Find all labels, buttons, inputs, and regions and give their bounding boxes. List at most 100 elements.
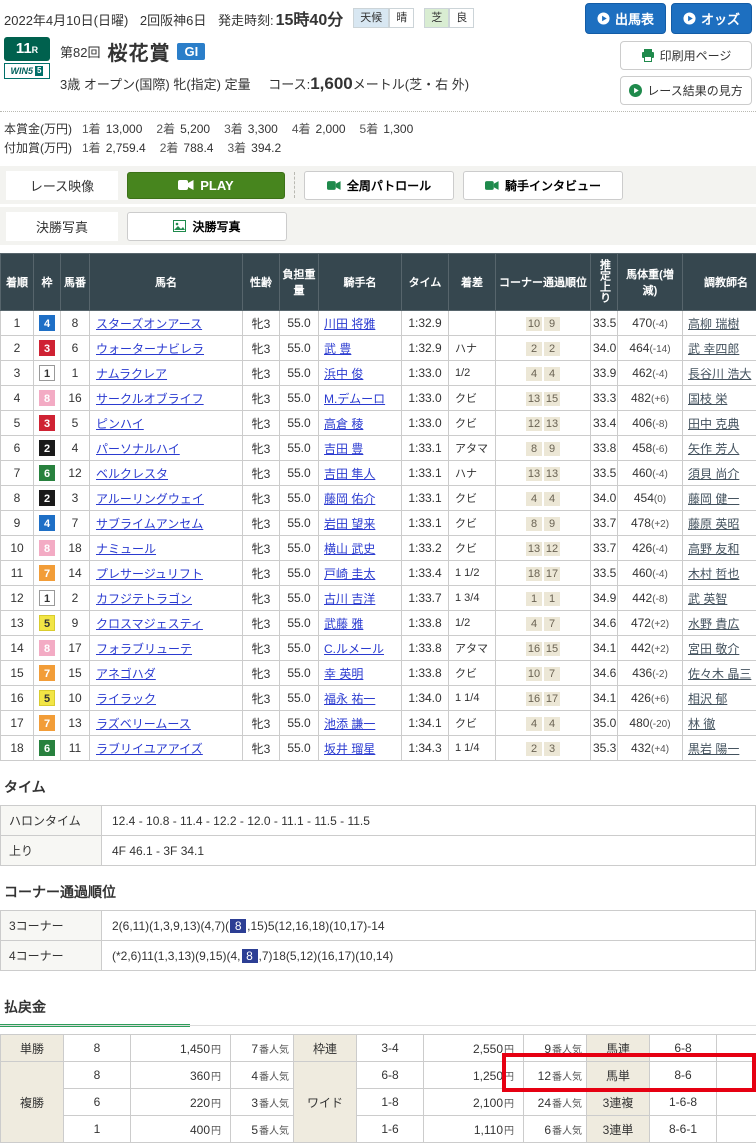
race-main-info: 第82回 桜花賞 GI 3歳 オープン(国際) 牝(指定) 定量 コース:1,6… [60,37,620,105]
time-section-title: タイム [4,777,752,797]
jockey-cell: M.デムーロ [319,386,402,411]
jockey-link[interactable]: 池添 謙一 [324,717,375,731]
time-row: 上り 4F 46.1 - 3F 34.1 [1,836,756,866]
finish-time: 1:33.0 [402,386,449,411]
trainer-link[interactable]: 水野 貴広 [688,617,739,631]
time-row-label: 上り [1,836,102,866]
horse-name-link[interactable]: ライラック [96,692,156,706]
finish-photo-button[interactable]: 決勝写真 [127,212,287,241]
last-3f-time: 33.5 [591,311,618,336]
trainer-link[interactable]: 高野 友和 [688,542,739,556]
frame-badge: 5 [39,690,55,706]
horse-name-link[interactable]: ナミュール [96,542,156,556]
frame-badge: 1 [39,365,55,381]
jockey-link[interactable]: 古川 吉洋 [324,592,375,606]
trainer-link[interactable]: 林 徹 [688,717,715,731]
corner3-position: 13 [526,467,542,481]
race-meeting: 2回阪神6日 [140,13,206,28]
result-row: 5 3 5 ピンハイ 牝3 55.0 高倉 稜 1:33.0 クビ 1213 3… [1,411,756,436]
jockey-link[interactable]: 横山 武史 [324,542,375,556]
horse-name-link[interactable]: ラズベリームース [96,717,191,731]
trainer-cell: 高柳 瑞樹 [683,311,756,336]
sex-age: 牝3 [243,436,280,461]
trainer-link[interactable]: 長谷川 浩大 [688,367,751,381]
horse-name-link[interactable]: ナムラクレア [96,367,167,381]
col-frame: 枠 [34,254,61,311]
odds-button[interactable]: オッズ [671,3,752,34]
jockey-link[interactable]: 武藤 雅 [324,617,363,631]
play-button[interactable]: PLAY [127,172,285,199]
corner-positions: 1817 [496,561,591,586]
jockey-link[interactable]: 福永 祐一 [324,692,375,706]
jockey-link[interactable]: 武 豊 [324,342,351,356]
horse-name-link[interactable]: クロスマジェスティ [96,617,203,631]
print-page-button[interactable]: 印刷用ページ [620,41,752,70]
trainer-link[interactable]: 木村 哲也 [688,567,739,581]
horse-name-link[interactable]: カフジテトラゴン [96,592,192,606]
trainer-cell: 高野 友和 [683,536,756,561]
jockey-link[interactable]: 川田 将雅 [324,317,375,331]
jockey-link[interactable]: 岩田 望来 [324,517,375,531]
jockey-link[interactable]: M.デムーロ [324,392,385,406]
trainer-link[interactable]: 黒岩 陽一 [688,742,739,756]
trainer-link[interactable]: 矢作 芳人 [688,442,739,456]
horse-name-link[interactable]: ピンハイ [96,417,144,431]
trainer-link[interactable]: 佐々木 晶三 [688,667,751,681]
horse-name-link[interactable]: ウォーターナビレラ [96,342,204,356]
trainer-link[interactable]: 武 英智 [688,592,727,606]
trainer-link[interactable]: 武 幸四郎 [688,342,739,356]
jockey-link[interactable]: 戸崎 圭太 [324,567,375,581]
corner4-position: 7 [544,667,560,681]
trainer-link[interactable]: 高柳 瑞樹 [688,317,739,331]
trainer-link[interactable]: 田中 克典 [688,417,739,431]
horse-name-link[interactable]: サークルオブライフ [96,392,204,406]
horse-number: 5 [61,411,90,436]
trainer-link[interactable]: 国枝 栄 [688,392,727,406]
corner4-position: 13 [544,417,560,431]
horse-name-link[interactable]: アルーリングウェイ [96,492,204,506]
result-guide-button[interactable]: レース結果の見方 [620,76,752,105]
jockey-cell: 横山 武史 [319,536,402,561]
corner3-position: 13 [526,392,542,406]
results-table: 着順 枠 馬番 馬名 性齢 負担重量 騎手名 タイム 着差 コーナー通過順位 推… [0,253,756,761]
last-3f-time: 34.1 [591,636,618,661]
trainer-cell: 矢作 芳人 [683,436,756,461]
jockey-link[interactable]: 藤岡 佑介 [324,492,375,506]
entries-button[interactable]: 出馬表 [585,3,666,34]
jockey-link[interactable]: 坂井 瑠星 [324,742,375,756]
frame-cell: 6 [34,736,61,761]
jockey-link[interactable]: 吉田 隼人 [324,467,375,481]
body-weight: 472(+2) [618,611,683,636]
carried-weight: 55.0 [280,336,319,361]
horse-name-link[interactable]: スターズオンアース [96,317,202,331]
corner-positions: 1312 [496,536,591,561]
patrol-video-button[interactable]: 全周パトロール [304,171,454,200]
horse-name-link[interactable]: ラブリイユアアイズ [96,742,203,756]
trainer-link[interactable]: 藤岡 健一 [688,492,739,506]
corner-positions: 11 [496,586,591,611]
race-title: 桜花賞 [107,37,170,66]
jockey-link[interactable]: 吉田 豊 [324,442,363,456]
jockey-link[interactable]: 幸 英明 [324,667,363,681]
jockey-interview-button[interactable]: 騎手インタビュー [463,171,623,200]
jockey-link[interactable]: 浜中 俊 [324,367,363,381]
trainer-link[interactable]: 宮田 敬介 [688,642,739,656]
jockey-link[interactable]: 高倉 稜 [324,417,363,431]
jockey-link[interactable]: C.ルメール [324,642,384,656]
horse-name-link[interactable]: アネゴハダ [96,667,156,681]
horse-name-link[interactable]: ベルクレスタ [96,467,168,481]
place-popularity-1: 4番人気 [231,1062,294,1089]
body-weight: 442(+2) [618,636,683,661]
prize-main-values: 1着13,0002着5,2003着3,3004着2,0005着1,300 [82,122,427,136]
jockey-cell: 岩田 望来 [319,511,402,536]
trainer-link[interactable]: 須貝 尚介 [688,467,739,481]
horse-name-link[interactable]: パーソナルハイ [96,442,180,456]
trainer-link[interactable]: 藤原 英昭 [688,517,739,531]
horse-name-link[interactable]: プレサージュリフト [96,567,203,581]
horse-name-link[interactable]: サブライムアンセム [96,517,203,531]
results-table-body: 1 4 8 スターズオンアース 牝3 55.0 川田 将雅 1:32.9 109… [1,311,756,761]
trainer-link[interactable]: 相沢 郁 [688,692,727,706]
horse-name-cell: ラブリイユアアイズ [90,736,243,761]
frame-badge: 2 [39,490,55,506]
horse-name-link[interactable]: フォラブリューテ [96,642,192,656]
